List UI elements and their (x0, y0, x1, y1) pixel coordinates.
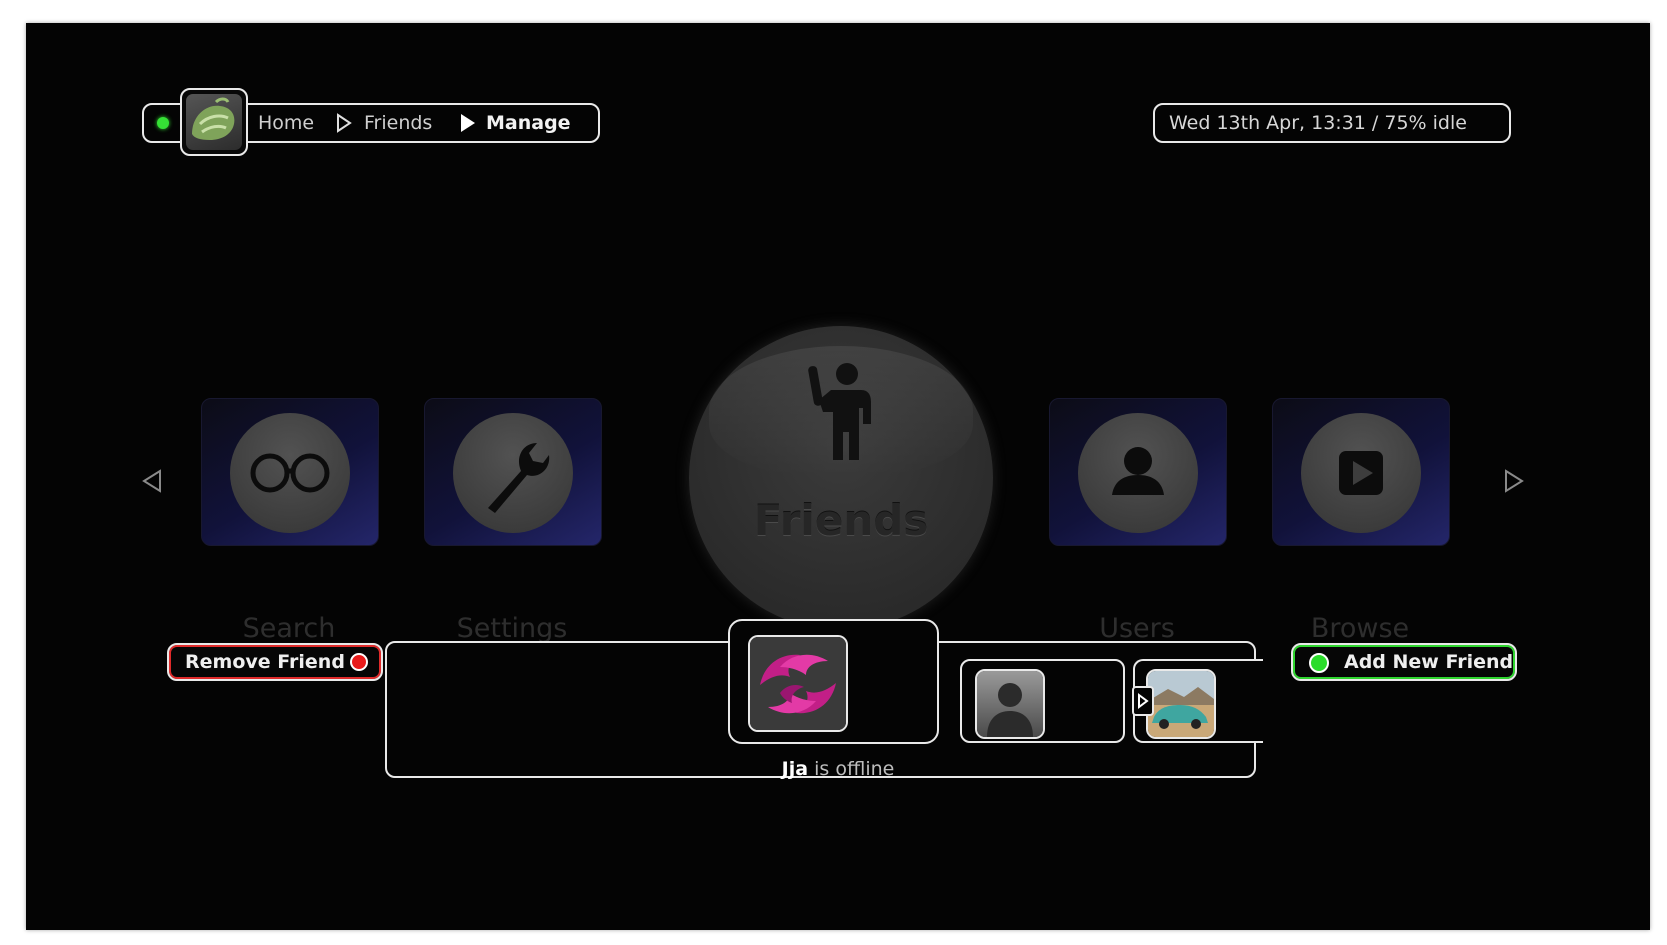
scroll-more-icon[interactable] (1132, 686, 1154, 716)
add-new-friend-button[interactable]: Add New Friend (1291, 643, 1517, 681)
generic-person-avatar-icon (977, 671, 1043, 737)
add-new-friend-label: Add New Friend (1344, 651, 1514, 673)
menu-tile-users[interactable] (1049, 398, 1227, 546)
breadcrumb-current-marker-icon (461, 114, 475, 132)
breadcrumb-separator-icon (337, 113, 352, 133)
remove-friend-button[interactable]: Remove Friend (167, 643, 383, 681)
red-button-icon (350, 653, 368, 671)
clock-status: Wed 13th Apr, 13:31 / 75% idle (1153, 103, 1511, 143)
pink-flames-avatar-icon (750, 637, 846, 730)
glasses-icon (250, 453, 330, 493)
breadcrumb-manage: Manage (486, 112, 571, 134)
friend-avatar-generic[interactable] (975, 669, 1045, 739)
waving-person-icon (808, 363, 871, 460)
menu-label-friends: Friends (753, 496, 929, 545)
menu-tile-friends[interactable]: Friends (689, 326, 993, 630)
tv-screen: Home Friends Manage Wed 13th Apr, 13:31 … (26, 23, 1650, 930)
menu-label-browse: Browse (1310, 613, 1410, 644)
menu-label-search: Search (242, 613, 336, 644)
remove-friend-label: Remove Friend (185, 651, 345, 673)
breadcrumb-home[interactable]: Home (258, 112, 314, 134)
menu-tile-browse[interactable] (1272, 398, 1450, 546)
wrench-icon (488, 443, 550, 513)
menu-label-users: Users (1099, 613, 1175, 644)
carousel-left-arrow-icon[interactable] (142, 469, 162, 493)
friend-avatar-jja[interactable] (748, 635, 848, 732)
breadcrumb-friends[interactable]: Friends (364, 112, 432, 134)
car-photo-avatar-icon (1148, 671, 1214, 737)
play-icon (1339, 451, 1383, 495)
online-status-dot (157, 117, 169, 129)
clock-text: Wed 13th Apr, 13:31 / 75% idle (1169, 112, 1467, 134)
menu-label-settings: Settings (456, 613, 568, 644)
user-icon (1112, 447, 1164, 495)
breadcrumb: Home Friends Manage (142, 88, 600, 156)
app-logo[interactable] (180, 88, 248, 156)
friend-status: is offline (808, 758, 895, 780)
friend-avatar-car[interactable] (1146, 669, 1216, 739)
green-button-icon (1309, 653, 1329, 673)
friend-status-text: Jja is offline (638, 758, 1038, 780)
menu-tile-search[interactable] (201, 398, 379, 546)
friend-name: Jja (781, 758, 809, 780)
menu-tile-settings[interactable] (424, 398, 602, 546)
carousel-right-arrow-icon[interactable] (1504, 469, 1524, 493)
